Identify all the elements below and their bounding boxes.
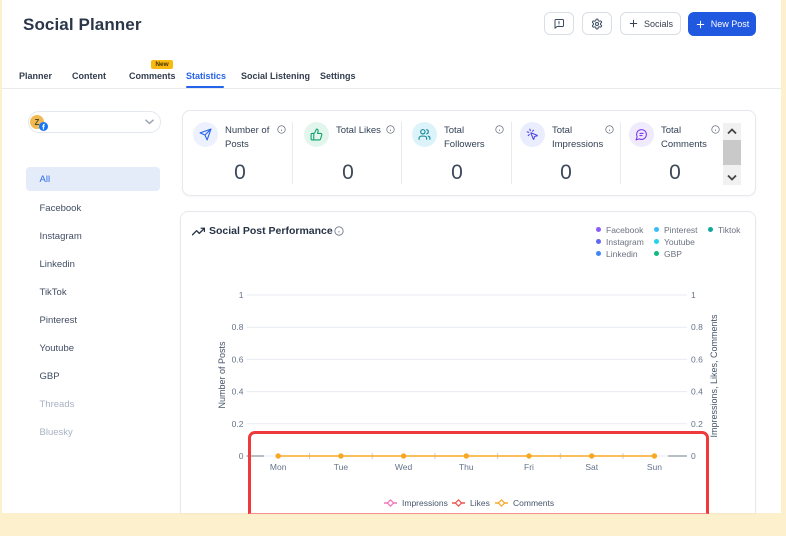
svg-text:0.4: 0.4: [691, 387, 703, 397]
svg-text:0.8: 0.8: [232, 322, 244, 332]
svg-text:0: 0: [239, 451, 244, 461]
svg-text:0.8: 0.8: [691, 322, 703, 332]
svg-text:1: 1: [691, 290, 696, 300]
svg-text:Impressions, Likes, Comments: Impressions, Likes, Comments: [709, 314, 719, 438]
svg-text:1: 1: [239, 290, 244, 300]
svg-text:0.6: 0.6: [232, 354, 244, 364]
svg-text:0.6: 0.6: [691, 354, 703, 364]
svg-text:0.2: 0.2: [232, 419, 244, 429]
svg-text:0.2: 0.2: [691, 419, 703, 429]
svg-text:Number of Posts: Number of Posts: [217, 341, 227, 409]
svg-text:0.4: 0.4: [232, 387, 244, 397]
